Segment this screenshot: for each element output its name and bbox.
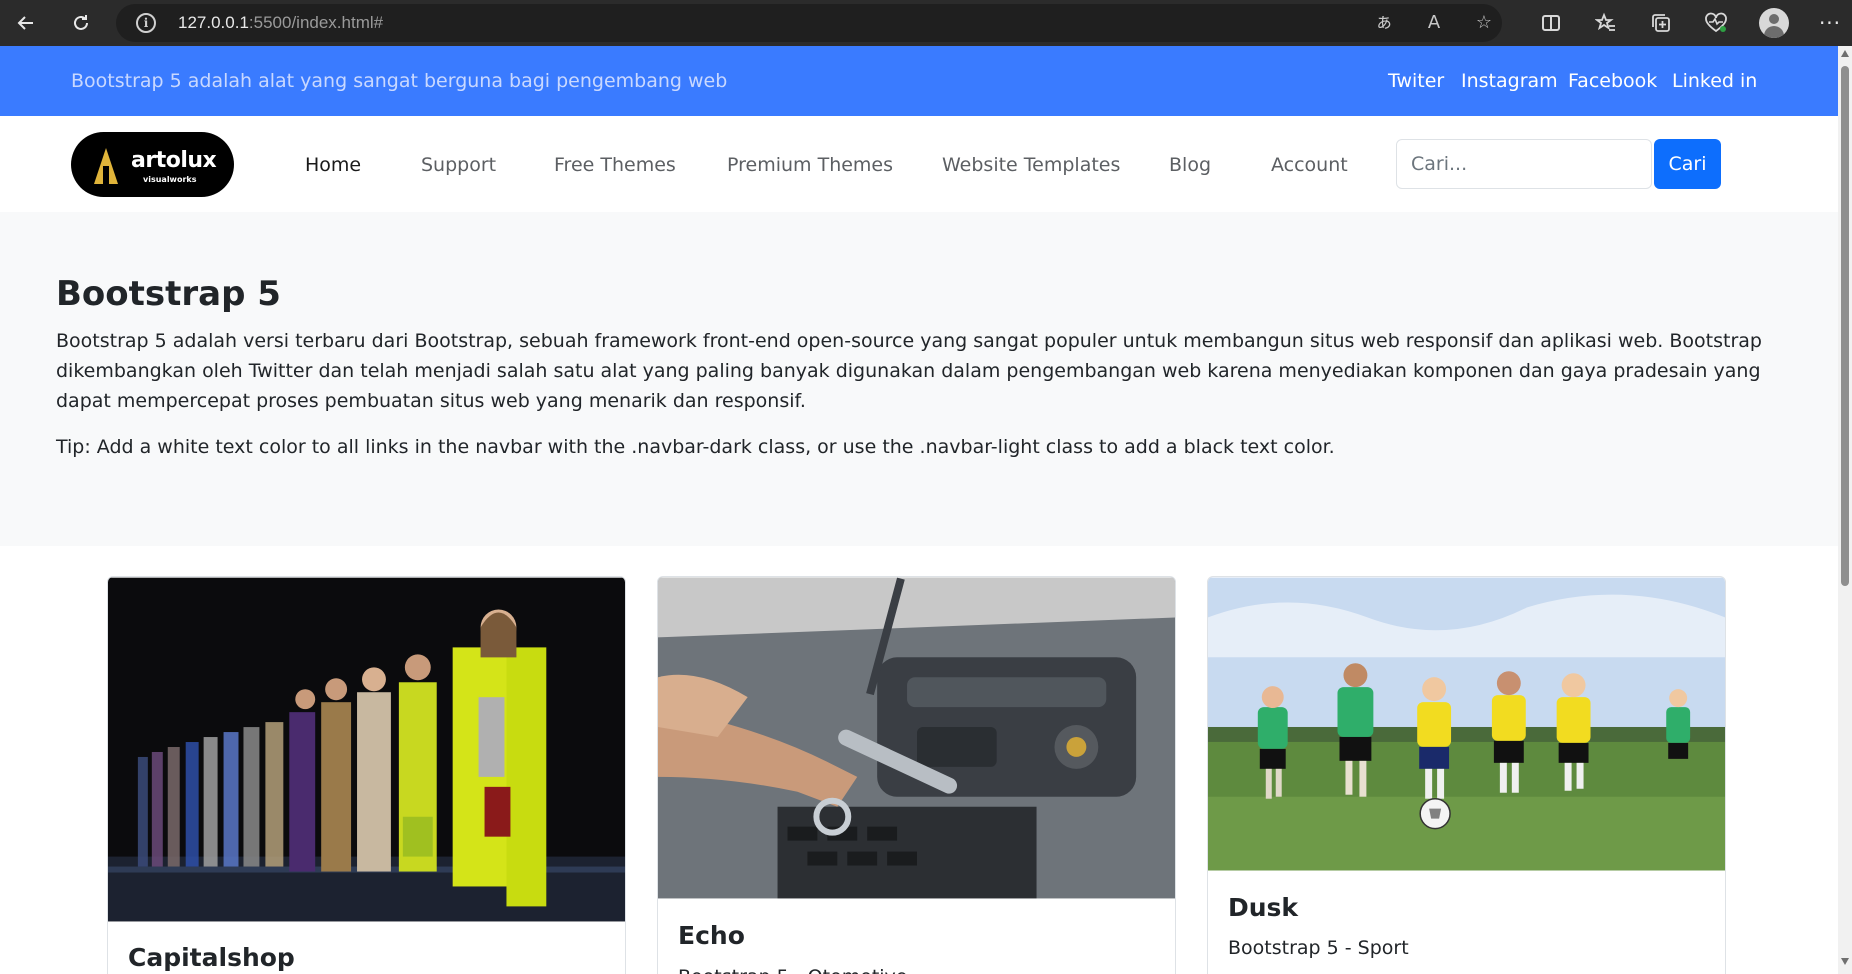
- nav-link-website-templates[interactable]: Website Templates: [942, 154, 1120, 176]
- split-screen-icon[interactable]: [1537, 9, 1565, 37]
- browser-essentials-icon[interactable]: [1702, 9, 1730, 37]
- url-text[interactable]: 127.0.0.1:5500/index.html#: [178, 13, 383, 33]
- nav-link-account[interactable]: Account: [1271, 154, 1348, 176]
- card-subtitle: Bootstrap 5 - Sport: [1228, 937, 1409, 959]
- address-bar[interactable]: i 127.0.0.1:5500/index.html# ぁ A ☆: [116, 4, 1502, 42]
- info-icon[interactable]: i: [136, 13, 156, 33]
- scroll-up-icon[interactable]: [1841, 50, 1849, 57]
- search-button[interactable]: Cari: [1654, 139, 1721, 189]
- hero-section: Bootstrap 5 Bootstrap 5 adalah versi ter…: [0, 212, 1838, 546]
- card-title: Dusk: [1228, 893, 1299, 922]
- kids-soccer-image: [1208, 577, 1725, 871]
- card-echo[interactable]: Echo Bootstrap 5 - Otomotive: [657, 576, 1176, 974]
- read-aloud-icon[interactable]: A: [1422, 13, 1446, 33]
- social-link-facebook[interactable]: Facebook: [1568, 70, 1657, 92]
- announcement-bar: Bootstrap 5 adalah alat yang sangat berg…: [0, 46, 1838, 116]
- card-title: Echo: [678, 921, 745, 950]
- nav-link-free-themes[interactable]: Free Themes: [554, 154, 676, 176]
- profile-icon[interactable]: [1759, 8, 1789, 38]
- card-capitalshop[interactable]: Capitalshop: [107, 576, 626, 974]
- hero-tip: Tip: Add a white text color to all links…: [56, 436, 1335, 458]
- nav-link-home[interactable]: Home: [305, 154, 361, 176]
- favorite-star-icon[interactable]: ☆: [1472, 13, 1496, 33]
- scrollbar-thumb[interactable]: [1841, 66, 1849, 586]
- favorites-icon[interactable]: [1592, 9, 1620, 37]
- reload-icon[interactable]: [67, 9, 95, 37]
- nav-link-blog[interactable]: Blog: [1169, 154, 1211, 176]
- page-scrollbar[interactable]: [1838, 46, 1852, 974]
- brand-logo[interactable]: artolux visualworks: [71, 132, 234, 197]
- card-subtitle: Bootstrap 5 - Otomotive: [678, 966, 907, 974]
- social-link-linkedin[interactable]: Linked in: [1672, 70, 1757, 92]
- fashion-runway-image: [108, 577, 625, 922]
- main-navbar: artolux visualworks Home Support Free Th…: [0, 116, 1838, 212]
- browser-toolbar: i 127.0.0.1:5500/index.html# ぁ A ☆ ···: [0, 0, 1852, 46]
- card-dusk[interactable]: Dusk Bootstrap 5 - Sport: [1207, 576, 1726, 974]
- social-link-twitter[interactable]: Twiter: [1388, 70, 1444, 92]
- car-engine-image: [658, 577, 1175, 899]
- back-icon[interactable]: [12, 9, 40, 37]
- search-input[interactable]: [1396, 139, 1652, 189]
- hero-paragraph: Bootstrap 5 adalah versi terbaru dari Bo…: [56, 330, 1762, 412]
- tagline-text: Bootstrap 5 adalah alat yang sangat berg…: [71, 70, 728, 92]
- nav-link-support[interactable]: Support: [421, 154, 496, 176]
- card-title: Capitalshop: [128, 943, 295, 972]
- scroll-down-icon[interactable]: [1841, 958, 1849, 965]
- collections-icon[interactable]: [1647, 9, 1675, 37]
- social-link-instagram[interactable]: Instagram: [1461, 70, 1558, 92]
- hero-title: Bootstrap 5: [56, 274, 281, 314]
- nav-link-premium-themes[interactable]: Premium Themes: [727, 154, 893, 176]
- translate-icon[interactable]: ぁ: [1372, 13, 1396, 33]
- more-icon[interactable]: ···: [1816, 9, 1844, 37]
